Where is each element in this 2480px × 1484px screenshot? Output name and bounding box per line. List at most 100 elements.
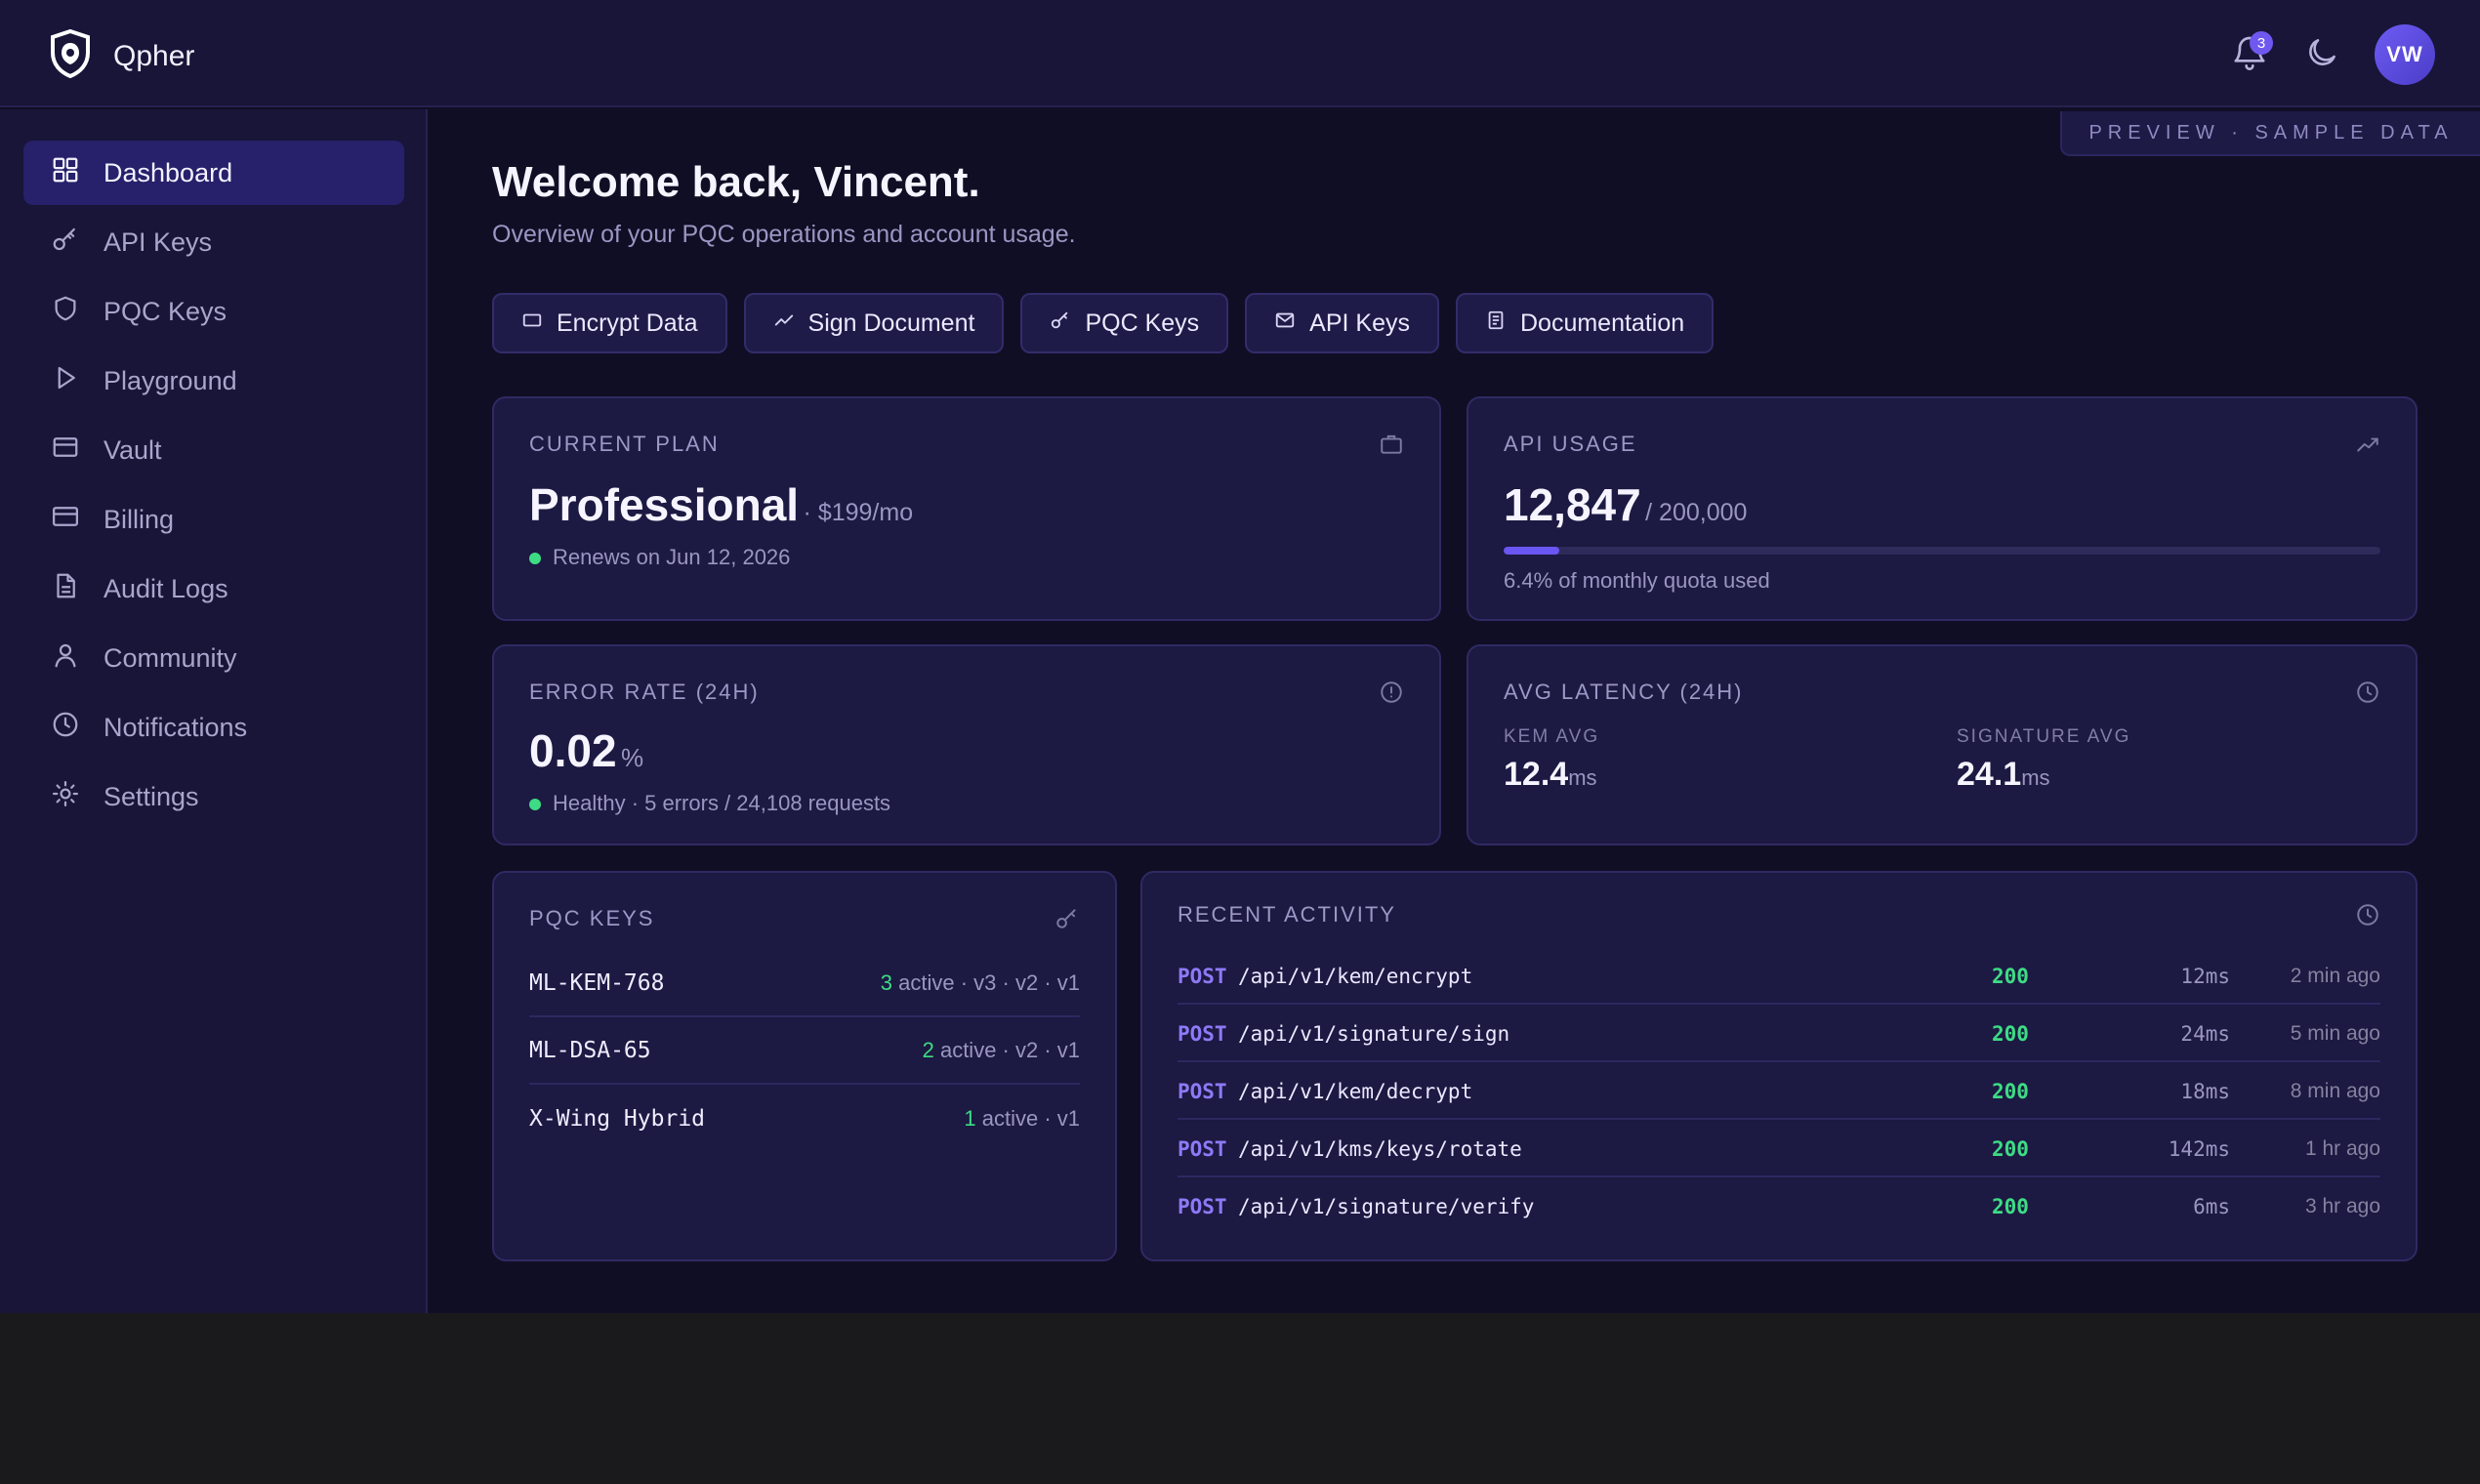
- key-meta: 3 active · v3 · v2 · v1: [881, 970, 1080, 996]
- shield-icon: [23, 294, 103, 330]
- plan-renewal: Renews on Jun 12, 2026: [529, 545, 790, 570]
- pqc-keys-button[interactable]: PQC Keys: [1020, 293, 1229, 353]
- empty-area: [0, 1313, 2480, 1484]
- list-item[interactable]: X-Wing Hybrid 1 active · v1: [529, 1086, 1080, 1152]
- top-bar: Qpher 3 VW: [0, 0, 2480, 107]
- error-rate-card: ERROR RATE (24H) 0.02 % Healthy · 5 erro…: [492, 644, 1441, 845]
- credit-card-icon: [23, 502, 103, 538]
- kem-value-row: 12.4ms: [1504, 756, 1597, 794]
- sign-document-button[interactable]: Sign Document: [743, 293, 1005, 353]
- error-rate-value: 0.02: [529, 725, 617, 776]
- card-label: ERROR RATE (24H): [529, 680, 760, 704]
- sidebar-item-vault[interactable]: Vault: [23, 418, 404, 482]
- sidebar-item-notifications[interactable]: Notifications: [23, 695, 404, 760]
- plan-name-row: Professional · $199/mo: [529, 478, 913, 531]
- sidebar-item-billing[interactable]: Billing: [23, 487, 404, 552]
- list-item[interactable]: ML-KEM-768 3 active · v3 · v2 · v1: [529, 951, 1080, 1017]
- brand[interactable]: Qpher: [49, 28, 195, 83]
- key-name: ML-KEM-768: [529, 970, 665, 996]
- preview-badge: PREVIEW · SAMPLE DATA: [2060, 111, 2480, 156]
- status-code: 200: [1992, 1080, 2029, 1103]
- notifications-button[interactable]: 3: [2220, 25, 2279, 84]
- table-row[interactable]: POST /api/v1/kms/keys/rotate 200 142ms 1…: [1178, 1120, 2380, 1177]
- documentation-button[interactable]: Documentation: [1455, 293, 1715, 353]
- endpoint-path: /api/v1/signature/sign: [1238, 1022, 1510, 1046]
- usage-note: 6.4% of monthly quota used: [1504, 568, 1770, 593]
- user-icon: [23, 640, 103, 677]
- table-row[interactable]: POST /api/v1/signature/sign 200 24ms 5 m…: [1178, 1005, 2380, 1062]
- main-content: PREVIEW · SAMPLE DATA Welcome back, Vinc…: [430, 109, 2480, 1313]
- vault-icon: [23, 433, 103, 469]
- sidebar-item-label: Audit Logs: [103, 573, 228, 603]
- http-method: POST: [1178, 1080, 1227, 1103]
- card-label: PQC KEYS: [529, 906, 655, 930]
- sidebar-item-label: Vault: [103, 434, 162, 465]
- sidebar-item-community[interactable]: Community: [23, 626, 404, 690]
- api-usage-card: API USAGE 12,847 / 200,000 6.4% of month…: [1467, 396, 2418, 621]
- key-name: ML-DSA-65: [529, 1038, 651, 1063]
- error-status-text: Healthy · 5 errors / 24,108 requests: [553, 791, 891, 815]
- sidebar-item-api-keys[interactable]: API Keys: [23, 210, 404, 274]
- quick-actions: Encrypt Data Sign Document PQC Keys API …: [492, 293, 1730, 353]
- signature-value: 24.1: [1957, 756, 2022, 793]
- theme-toggle-button[interactable]: [2293, 25, 2351, 84]
- brand-name: Qpher: [113, 39, 195, 72]
- signature-unit: ms: [2021, 765, 2050, 790]
- table-row[interactable]: POST /api/v1/signature/verify 200 6ms 3 …: [1178, 1177, 2380, 1235]
- usage-count: 12,847: [1504, 479, 1641, 530]
- encrypt-data-button[interactable]: Encrypt Data: [492, 293, 727, 353]
- status-code: 200: [1992, 1022, 2029, 1046]
- app-window: Qpher 3 VW Dashboard API Keys PQC Keys P…: [0, 0, 2480, 1313]
- clock-icon: [23, 710, 103, 746]
- dashboard-icon: [23, 155, 103, 191]
- clock-icon: [2355, 902, 2380, 928]
- documentation-label: Documentation: [1519, 309, 1685, 337]
- response-time: 142ms: [2168, 1137, 2230, 1161]
- sidebar: Dashboard API Keys PQC Keys Playground V…: [0, 109, 428, 1313]
- endpoint-path: /api/v1/kem/decrypt: [1238, 1080, 1473, 1103]
- key-icon: [1050, 309, 1085, 338]
- sidebar-item-label: Billing: [103, 504, 175, 534]
- table-row[interactable]: POST /api/v1/kem/decrypt 200 18ms 8 min …: [1178, 1062, 2380, 1120]
- key-meta: 2 active · v2 · v1: [923, 1038, 1080, 1063]
- briefcase-icon: [1379, 432, 1404, 457]
- signature-icon: [773, 309, 808, 338]
- sidebar-item-settings[interactable]: Settings: [23, 764, 404, 829]
- key-versions: active · v1: [975, 1106, 1080, 1131]
- list-item[interactable]: ML-DSA-65 2 active · v2 · v1: [529, 1018, 1080, 1085]
- user-avatar[interactable]: VW: [2375, 24, 2435, 85]
- key-versions: active · v3 · v2 · v1: [892, 970, 1080, 995]
- relative-time: 2 min ago: [2290, 965, 2380, 987]
- active-count: 3: [880, 970, 893, 995]
- mail-icon: [1274, 309, 1309, 338]
- relative-time: 1 hr ago: [2304, 1137, 2380, 1160]
- endpoint-path: /api/v1/signature/verify: [1238, 1195, 1535, 1218]
- shield-logo-icon: [49, 28, 92, 83]
- moon-icon: [2303, 34, 2340, 76]
- recent-activity-card: RECENT ACTIVITY POST /api/v1/kem/encrypt…: [1140, 871, 2418, 1261]
- kem-label: KEM AVG: [1504, 726, 1600, 747]
- api-keys-button[interactable]: API Keys: [1245, 293, 1439, 353]
- signature-value-row: 24.1ms: [1957, 756, 2050, 794]
- sidebar-item-pqc-keys[interactable]: PQC Keys: [23, 279, 404, 344]
- sidebar-item-playground[interactable]: Playground: [23, 349, 404, 413]
- table-row[interactable]: POST /api/v1/kem/encrypt 200 12ms 2 min …: [1178, 947, 2380, 1005]
- alert-circle-icon: [1379, 680, 1404, 705]
- current-plan-card: CURRENT PLAN Professional · $199/mo Rene…: [492, 396, 1441, 621]
- notification-count-badge: 3: [2250, 31, 2273, 55]
- sidebar-item-label: API Keys: [103, 227, 213, 257]
- response-time: 18ms: [2180, 1080, 2230, 1103]
- relative-time: 8 min ago: [2290, 1080, 2380, 1102]
- sidebar-item-label: Playground: [103, 365, 237, 395]
- encrypt-data-label: Encrypt Data: [557, 309, 698, 337]
- sidebar-item-dashboard[interactable]: Dashboard: [23, 141, 404, 205]
- plan-name: Professional: [529, 479, 800, 530]
- settings-icon: [23, 779, 103, 815]
- card-label: RECENT ACTIVITY: [1178, 902, 1396, 927]
- response-time: 6ms: [2193, 1195, 2230, 1218]
- pqc-keys-label: PQC Keys: [1085, 309, 1200, 337]
- error-rate-row: 0.02 %: [529, 724, 643, 777]
- sidebar-item-audit-logs[interactable]: Audit Logs: [23, 556, 404, 621]
- sign-document-label: Sign Document: [807, 309, 975, 337]
- kem-value: 12.4: [1504, 756, 1569, 793]
